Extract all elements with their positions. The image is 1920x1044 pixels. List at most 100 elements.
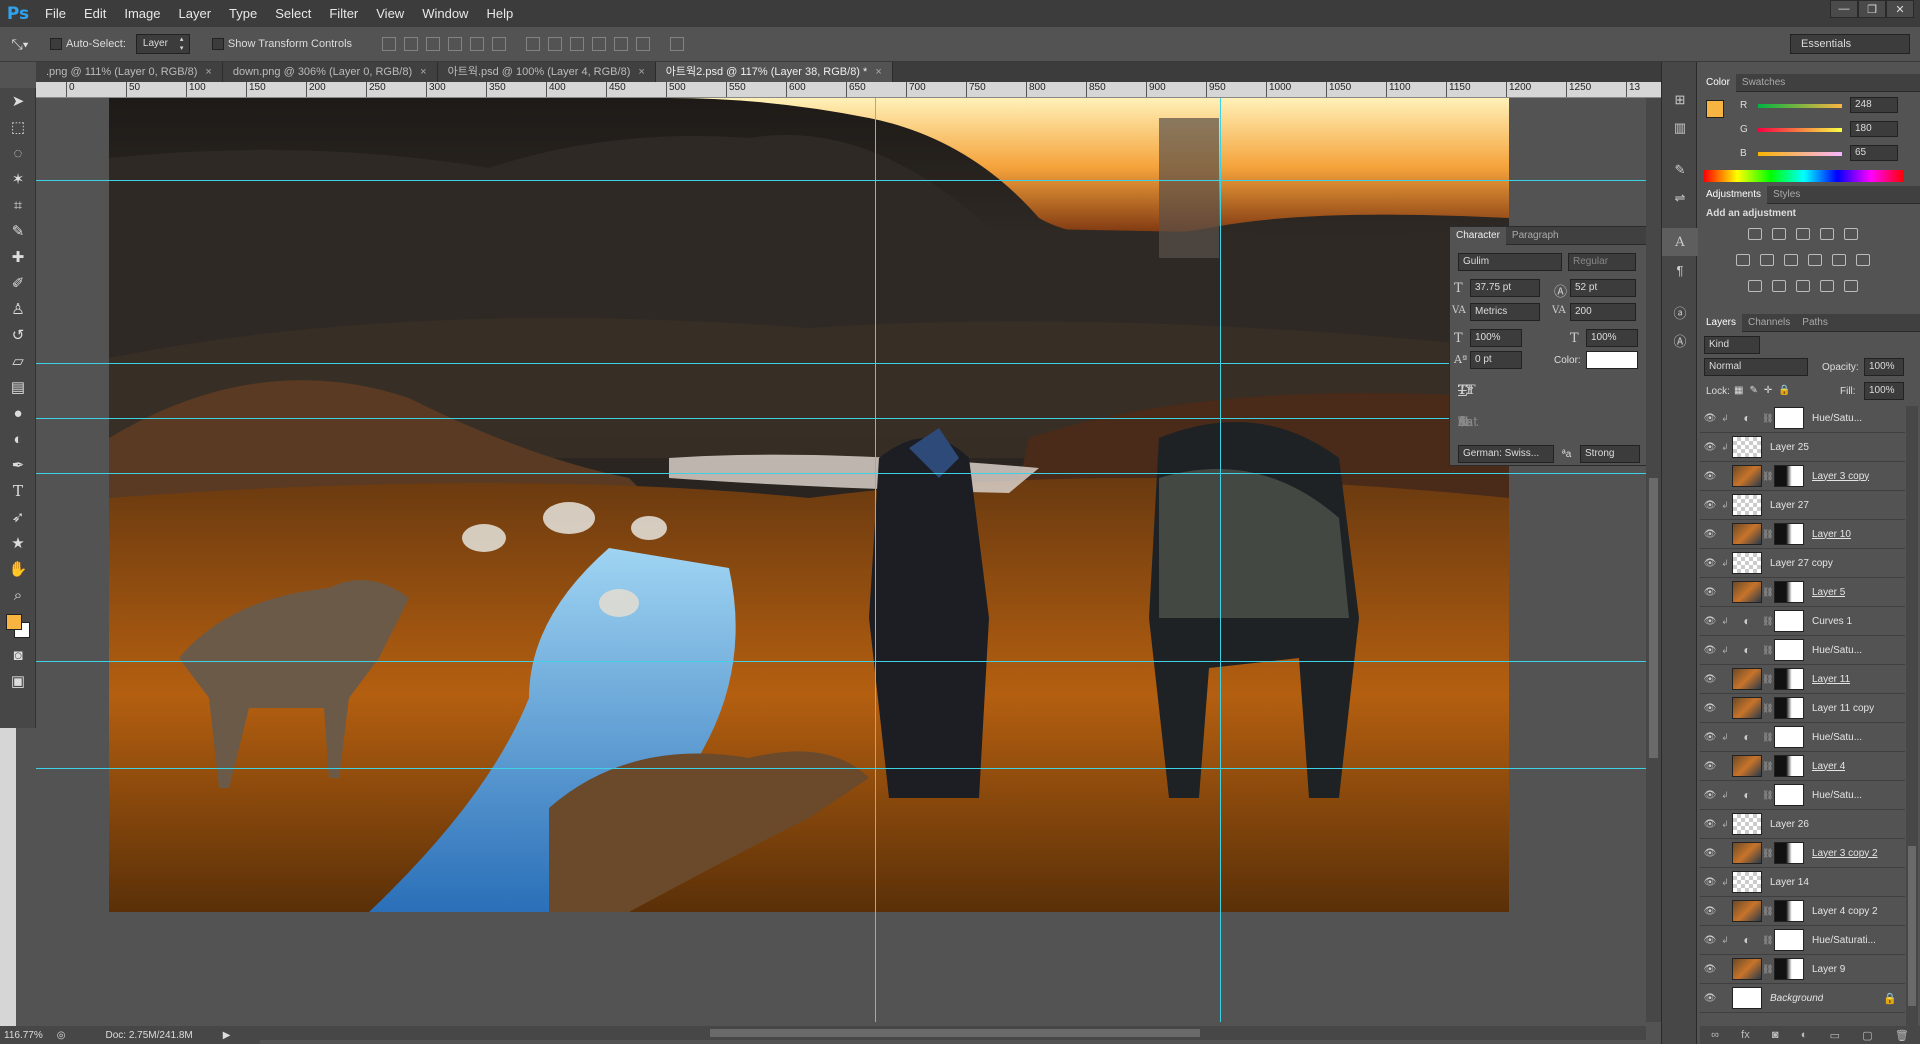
layer-row[interactable]: 👁 Background 🔒 bbox=[1700, 984, 1905, 1013]
menu-view[interactable]: View bbox=[367, 0, 413, 27]
adjustment-icon[interactable]: ◐ bbox=[1732, 929, 1762, 951]
add-mask-icon[interactable]: ◙ bbox=[1772, 1029, 1779, 1041]
color-spectrum[interactable] bbox=[1704, 170, 1904, 182]
scroll-thumb[interactable] bbox=[1908, 846, 1916, 1006]
visibility-eye-icon[interactable]: 👁 bbox=[1700, 732, 1720, 743]
auto-select-checkbox[interactable] bbox=[50, 38, 62, 50]
layer-name[interactable]: Layer 4 bbox=[1812, 761, 1845, 772]
menu-image[interactable]: Image bbox=[115, 0, 169, 27]
layer-thumbnail[interactable] bbox=[1732, 581, 1762, 603]
tab-color[interactable]: Color bbox=[1700, 73, 1736, 92]
vertical-scrollbar[interactable] bbox=[1646, 98, 1661, 1022]
layer-row[interactable]: 👁 ↲ ◐ ⛓ Hue/Satu... bbox=[1700, 636, 1905, 665]
layer-row[interactable]: 👁 ⛓ Layer 11 bbox=[1700, 665, 1905, 694]
align-right-icon[interactable] bbox=[492, 37, 507, 51]
dodge-tool-icon[interactable]: ◐ bbox=[0, 426, 36, 452]
layer-name[interactable]: Layer 11 bbox=[1812, 674, 1850, 685]
visibility-eye-icon[interactable]: 👁 bbox=[1700, 558, 1720, 569]
align-vcenter-icon[interactable] bbox=[404, 37, 419, 51]
layer-mask-thumbnail[interactable] bbox=[1774, 755, 1804, 777]
mask-link-icon[interactable]: ⛓ bbox=[1762, 732, 1773, 743]
posterize-icon[interactable] bbox=[1772, 280, 1786, 292]
close-icon[interactable]: × bbox=[420, 66, 426, 78]
exposure-icon[interactable] bbox=[1820, 228, 1834, 240]
visibility-eye-icon[interactable]: 👁 bbox=[1700, 587, 1720, 598]
layer-mask-thumbnail[interactable] bbox=[1774, 465, 1804, 487]
kerning-field[interactable]: Metrics bbox=[1470, 303, 1540, 321]
magic-wand-tool-icon[interactable]: ✶ bbox=[0, 166, 36, 192]
gradient-map-icon[interactable] bbox=[1844, 280, 1858, 292]
workspace-switcher[interactable]: Essentials bbox=[1790, 34, 1910, 54]
menu-help[interactable]: Help bbox=[477, 0, 522, 27]
visibility-eye-icon[interactable]: 👁 bbox=[1700, 877, 1720, 888]
layer-row[interactable]: 👁 ↲ ◐ ⛓ Hue/Satu... bbox=[1700, 723, 1905, 752]
photo-filter-icon[interactable] bbox=[1808, 254, 1822, 266]
layer-row[interactable]: 👁 ↲ ◐ ⛓ Curves 1 bbox=[1700, 607, 1905, 636]
mask-link-icon[interactable]: ⛓ bbox=[1762, 616, 1773, 627]
layer-name[interactable]: Layer 27 copy bbox=[1770, 558, 1833, 569]
move-tool-icon[interactable]: ➤ bbox=[0, 88, 36, 114]
mask-link-icon[interactable]: ⛓ bbox=[1762, 413, 1773, 424]
new-layer-icon[interactable]: ▢ bbox=[1862, 1029, 1872, 1042]
visibility-eye-icon[interactable]: 👁 bbox=[1700, 674, 1720, 685]
layer-row[interactable]: 👁 ↲ Layer 26 bbox=[1700, 810, 1905, 839]
green-slider[interactable] bbox=[1758, 128, 1842, 132]
anti-alias-select[interactable]: Strong bbox=[1580, 445, 1640, 463]
text-color-swatch[interactable] bbox=[1586, 351, 1638, 369]
share-icon[interactable]: ◎ bbox=[57, 1030, 66, 1041]
layer-thumbnail[interactable] bbox=[1732, 668, 1762, 690]
character-styles-icon[interactable]: ⓐ bbox=[1662, 298, 1698, 326]
visibility-eye-icon[interactable]: 👁 bbox=[1700, 935, 1720, 946]
guide-line[interactable] bbox=[36, 661, 1646, 662]
visibility-eye-icon[interactable]: 👁 bbox=[1700, 703, 1720, 714]
transform-controls-checkbox[interactable] bbox=[211, 38, 224, 50]
layer-name[interactable]: Layer 26 bbox=[1770, 819, 1809, 830]
layer-thumbnail[interactable] bbox=[1732, 813, 1762, 835]
healing-brush-tool-icon[interactable]: ✚ bbox=[0, 244, 36, 270]
visibility-eye-icon[interactable]: 👁 bbox=[1700, 993, 1720, 1004]
layer-name[interactable]: Layer 11 copy bbox=[1812, 703, 1874, 714]
distribute-hcenter-icon[interactable] bbox=[614, 37, 629, 51]
auto-select-dropdown[interactable]: Layer bbox=[135, 34, 190, 54]
mask-link-icon[interactable]: ⛓ bbox=[1762, 906, 1773, 917]
status-menu-icon[interactable]: ▶ bbox=[223, 1030, 231, 1041]
layer-row[interactable]: 👁 ↲ Layer 25 bbox=[1700, 433, 1905, 462]
align-bottom-icon[interactable] bbox=[426, 37, 441, 51]
canvas-area[interactable] bbox=[36, 98, 1646, 1022]
font-style-select[interactable]: Regular bbox=[1568, 253, 1636, 271]
layer-row[interactable]: 👁 ↲ Layer 27 copy bbox=[1700, 549, 1905, 578]
menu-file[interactable]: File bbox=[36, 0, 75, 27]
screen-mode-icon[interactable]: ▣ bbox=[0, 668, 36, 694]
adjustment-icon[interactable]: ◐ bbox=[1732, 610, 1762, 632]
layer-style-icon[interactable]: fx bbox=[1741, 1029, 1750, 1041]
layer-thumbnail[interactable] bbox=[1732, 900, 1762, 922]
horizontal-scrollbar[interactable] bbox=[260, 1026, 1646, 1040]
mask-link-icon[interactable]: ⛓ bbox=[1762, 703, 1773, 714]
hue-saturation-icon[interactable] bbox=[1736, 254, 1750, 266]
distribute-bottom-icon[interactable] bbox=[570, 37, 585, 51]
mask-link-icon[interactable]: ⛓ bbox=[1762, 471, 1773, 482]
layer-row[interactable]: 👁 ⛓ Layer 5 bbox=[1700, 578, 1905, 607]
blue-slider[interactable] bbox=[1758, 152, 1842, 156]
mask-link-icon[interactable]: ⛓ bbox=[1762, 964, 1773, 975]
blend-mode-select[interactable]: Normal bbox=[1704, 358, 1808, 376]
clone-stamp-tool-icon[interactable]: ♙ bbox=[0, 296, 36, 322]
visibility-eye-icon[interactable]: 👁 bbox=[1700, 964, 1720, 975]
selective-color-icon[interactable] bbox=[1820, 280, 1834, 292]
fill-field[interactable]: 100% bbox=[1864, 382, 1904, 400]
mask-link-icon[interactable]: ⛓ bbox=[1762, 529, 1773, 540]
foreground-color-swatch[interactable] bbox=[1706, 100, 1724, 118]
layer-name[interactable]: Hue/Saturati... bbox=[1812, 935, 1876, 946]
quick-mask-icon[interactable]: ◙ bbox=[0, 642, 36, 668]
mask-link-icon[interactable]: ⛓ bbox=[1762, 848, 1773, 859]
type-tool-icon[interactable]: T bbox=[0, 478, 36, 504]
threshold-icon[interactable] bbox=[1796, 280, 1810, 292]
menu-layer[interactable]: Layer bbox=[170, 0, 221, 27]
layer-thumbnail[interactable] bbox=[1732, 697, 1762, 719]
layer-thumbnail[interactable] bbox=[1732, 958, 1762, 980]
visibility-eye-icon[interactable]: 👁 bbox=[1700, 819, 1720, 830]
guide-line[interactable] bbox=[36, 473, 1646, 474]
distribute-vcenter-icon[interactable] bbox=[548, 37, 563, 51]
opacity-field[interactable]: 100% bbox=[1864, 358, 1904, 376]
tab-adjustments[interactable]: Adjustments bbox=[1700, 185, 1768, 204]
